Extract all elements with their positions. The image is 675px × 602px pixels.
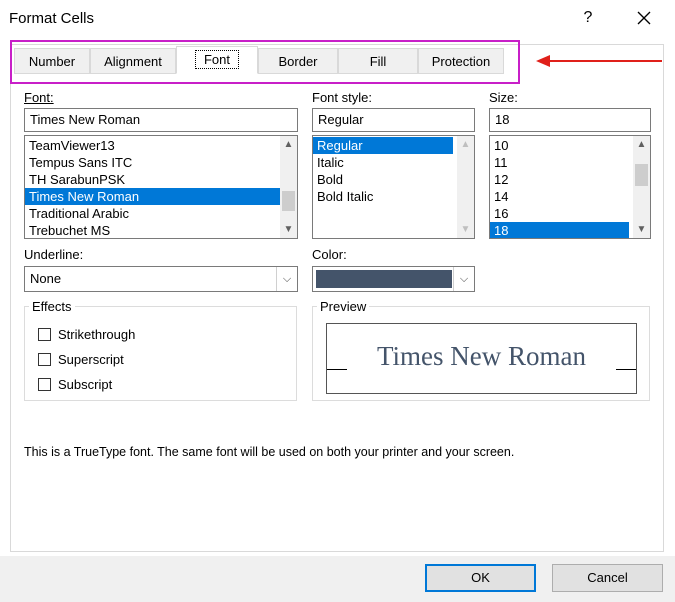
list-item-selected[interactable]: Times New Roman	[25, 188, 280, 205]
truetype-info: This is a TrueType font. The same font w…	[24, 445, 515, 459]
chevron-down-icon[interactable]: ⌵	[453, 267, 474, 291]
font-style-input[interactable]: Regular	[312, 108, 475, 132]
color-dropdown[interactable]: ⌵	[312, 266, 475, 292]
size-input[interactable]: 18	[489, 108, 651, 132]
size-list[interactable]: 10 11 12 14 16 18 ▲ ▼	[489, 135, 651, 239]
ok-button[interactable]: OK	[425, 564, 536, 592]
font-label: Font:	[24, 90, 54, 105]
color-label: Color:	[312, 247, 347, 262]
font-style-scrollbar[interactable]: ▲ ▼	[457, 136, 474, 238]
list-item[interactable]: 12	[490, 171, 650, 188]
list-item[interactable]: Italic	[313, 154, 474, 171]
list-item-selected[interactable]: Regular	[313, 137, 453, 154]
scroll-up-icon[interactable]: ▲	[633, 136, 650, 153]
effects-title: Effects	[29, 299, 75, 314]
cancel-button[interactable]: Cancel	[552, 564, 663, 592]
font-list-scrollbar[interactable]: ▲ ▼	[280, 136, 297, 238]
list-item[interactable]: Trebuchet MS	[25, 222, 297, 238]
strikethrough-checkbox[interactable]	[38, 328, 51, 341]
list-item[interactable]: Bold Italic	[313, 188, 474, 205]
color-swatch	[316, 270, 452, 288]
list-item[interactable]: 10	[490, 137, 650, 154]
size-list-scrollbar[interactable]: ▲ ▼	[633, 136, 650, 238]
annotation-arrow-icon	[536, 55, 662, 67]
font-style-label-text: Font style:	[312, 90, 372, 105]
underline-dropdown[interactable]: None ⌵	[24, 266, 298, 292]
preview-text: Times New Roman	[376, 341, 586, 371]
scroll-thumb[interactable]	[282, 191, 295, 211]
help-button[interactable]: ?	[578, 8, 598, 28]
size-label: Size:	[489, 90, 518, 105]
annotation-highlight-box	[10, 40, 520, 84]
underline-label: Underline:	[24, 247, 83, 262]
preview-title: Preview	[317, 299, 370, 314]
chevron-down-icon[interactable]: ⌵	[276, 267, 297, 291]
scroll-down-icon[interactable]: ▼	[280, 221, 297, 238]
subscript-checkbox[interactable]	[38, 378, 51, 391]
strikethrough-option[interactable]: Strikethrough	[38, 327, 135, 342]
underline-value: None	[30, 271, 62, 286]
dialog-title: Format Cells	[9, 10, 95, 27]
scroll-down-icon[interactable]: ▼	[633, 221, 650, 238]
close-button[interactable]	[632, 6, 656, 30]
list-item[interactable]: TH SarabunPSK	[25, 171, 297, 188]
font-style-list[interactable]: Regular Italic Bold Bold Italic ▲ ▼	[312, 135, 475, 239]
scroll-thumb[interactable]	[635, 164, 648, 186]
color-label-text: Color:	[312, 247, 347, 262]
list-item[interactable]: 14	[490, 188, 650, 205]
superscript-option[interactable]: Superscript	[38, 352, 124, 367]
strikethrough-label: Strikethrough	[58, 327, 136, 342]
size-label-text: Size:	[489, 90, 518, 105]
list-item-selected[interactable]: 18	[490, 222, 629, 238]
list-item[interactable]: Bold	[313, 171, 474, 188]
close-icon	[637, 11, 651, 25]
font-label-text: Font:	[24, 90, 54, 105]
list-item[interactable]: Traditional Arabic	[25, 205, 297, 222]
list-item[interactable]: TeamViewer13	[25, 137, 297, 154]
superscript-checkbox[interactable]	[38, 353, 51, 366]
scroll-up-icon[interactable]: ▲	[457, 136, 474, 153]
list-item[interactable]: Tempus Sans ITC	[25, 154, 297, 171]
scroll-down-icon[interactable]: ▼	[457, 221, 474, 238]
font-style-label: Font style:	[312, 90, 372, 105]
font-input[interactable]: Times New Roman	[24, 108, 298, 132]
font-list[interactable]: TeamViewer13 Tempus Sans ITC TH SarabunP…	[24, 135, 298, 239]
superscript-label: Superscript	[58, 352, 124, 367]
preview-box: Times New Roman	[326, 323, 637, 394]
subscript-option[interactable]: Subscript	[38, 377, 112, 392]
title-bar	[0, 0, 675, 38]
underline-label-text: Underline:	[24, 247, 84, 262]
list-item[interactable]: 16	[490, 205, 650, 222]
scroll-up-icon[interactable]: ▲	[280, 136, 297, 153]
subscript-label: Subscript	[58, 377, 113, 392]
list-item[interactable]: 11	[490, 154, 650, 171]
